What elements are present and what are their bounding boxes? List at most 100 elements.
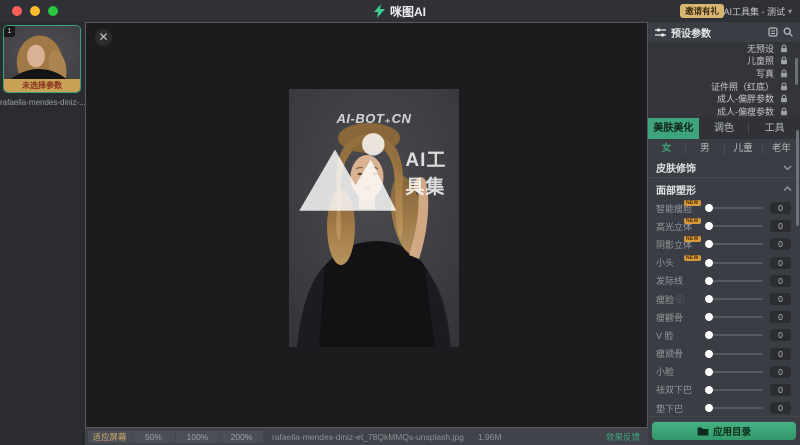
section-face-label: 面部塑形 bbox=[656, 182, 696, 197]
chevron-down-icon: ▾ bbox=[788, 7, 792, 16]
slider-knob[interactable] bbox=[705, 204, 713, 212]
preset-header-title: 预设参数 bbox=[671, 25, 711, 40]
preset-item[interactable]: 无预设 bbox=[648, 42, 800, 55]
slider-track[interactable] bbox=[706, 334, 763, 336]
slider-value[interactable]: 0 bbox=[770, 220, 791, 232]
slider-value[interactable]: 0 bbox=[770, 202, 791, 214]
section-face-shaping[interactable]: 面部塑形 bbox=[648, 179, 800, 199]
fit-screen-button[interactable]: 适应屏幕 bbox=[88, 431, 131, 443]
folder-icon bbox=[697, 426, 709, 436]
section-skin-retouch[interactable]: 皮肤修饰 bbox=[648, 158, 800, 178]
slider-track[interactable] bbox=[706, 262, 763, 264]
slider-value[interactable]: 0 bbox=[770, 293, 791, 305]
slider-value[interactable]: 0 bbox=[770, 366, 791, 378]
slider-value[interactable]: 0 bbox=[770, 384, 791, 396]
preset-item[interactable]: 儿童照 bbox=[648, 55, 800, 68]
preset-item-label: 成人-偏瘦参数 bbox=[717, 105, 774, 118]
slider-knob[interactable] bbox=[705, 331, 713, 339]
slider-value[interactable]: 0 bbox=[770, 402, 791, 414]
zoom-level-button[interactable]: 200% bbox=[220, 431, 263, 443]
workspace-label: AI工具集 - 测试 bbox=[723, 5, 785, 18]
tune-icon bbox=[655, 27, 666, 38]
feedback-link[interactable]: 效果反馈 bbox=[606, 431, 640, 443]
slider-label: V 脸 bbox=[656, 329, 706, 342]
invite-button[interactable]: 邀请有礼 bbox=[680, 4, 724, 18]
preset-item-label: 无预设 bbox=[747, 42, 774, 55]
slider-value[interactable]: 0 bbox=[770, 275, 791, 287]
panel-scrollbar[interactable] bbox=[796, 130, 799, 226]
gender-tab[interactable]: 老年 bbox=[763, 143, 800, 155]
slider-label-text: 瘦脸 bbox=[656, 293, 674, 306]
slider-knob[interactable] bbox=[705, 222, 713, 230]
apply-directory-button[interactable]: 应用目录 bbox=[652, 422, 796, 440]
slider-track[interactable] bbox=[706, 371, 763, 373]
editor-canvas: ✕ bbox=[85, 22, 648, 428]
preset-item[interactable]: 写真 bbox=[648, 67, 800, 80]
preset-list: 无预设儿童照写真证件照（红底）成人-偏胖参数成人-偏瘦参数 bbox=[648, 42, 800, 118]
slider-value[interactable]: 0 bbox=[770, 348, 791, 360]
preset-item[interactable]: 成人-偏瘦参数 bbox=[648, 105, 800, 118]
gender-tab[interactable]: 男 bbox=[686, 143, 724, 155]
lock-icon bbox=[780, 94, 788, 103]
slider-knob[interactable] bbox=[705, 313, 713, 321]
panel-actions: 应用照片 应用目录 bbox=[652, 421, 796, 440]
slider-knob[interactable] bbox=[705, 404, 713, 412]
preset-item[interactable]: 证件照（红底） bbox=[648, 80, 800, 93]
tab-tools[interactable]: 工具 bbox=[749, 118, 800, 139]
slider-knob[interactable] bbox=[705, 350, 713, 358]
slider-group: NEW智能瘦脸0NEW高光立体0NEW阴影立体0NEW小头0发际线0瘦脸ⓘ0瘦颧… bbox=[648, 199, 800, 417]
zoom-level-button[interactable]: 100% bbox=[176, 431, 219, 443]
preset-item-label: 成人-偏胖参数 bbox=[717, 92, 774, 105]
new-badge: NEW bbox=[684, 218, 701, 224]
gender-tab[interactable]: 女 bbox=[648, 143, 686, 155]
slider-label-text: 瘦颌骨 bbox=[656, 347, 683, 360]
slider-row: NEW高光立体0 bbox=[648, 217, 800, 235]
slider-value[interactable]: 0 bbox=[770, 311, 791, 323]
adjustments-panel: 预设参数 无预设儿童照写真证件照（红底）成人-偏胖参数成人-偏瘦参数 美肤美化调… bbox=[648, 22, 800, 445]
slider-value[interactable]: 0 bbox=[770, 329, 791, 341]
slider-track[interactable] bbox=[706, 225, 763, 227]
titlebar: 咪图AI 邀请有礼 AI工具集 - 测试 ▾ bbox=[0, 0, 800, 22]
slider-knob[interactable] bbox=[705, 386, 713, 394]
slider-row: 瘦脸ⓘ 0 bbox=[648, 290, 800, 308]
slider-track[interactable] bbox=[706, 389, 763, 391]
preset-library-icon[interactable] bbox=[768, 27, 778, 37]
slider-row: 瘦颧骨 0 bbox=[648, 308, 800, 326]
preset-item-label: 证件照（红底） bbox=[711, 80, 774, 93]
slider-track[interactable] bbox=[706, 407, 763, 409]
gender-tab[interactable]: 儿童 bbox=[725, 143, 763, 155]
workspace-dropdown[interactable]: AI工具集 - 测试 ▾ bbox=[723, 5, 792, 18]
slider-track[interactable] bbox=[706, 207, 763, 209]
slider-track[interactable] bbox=[706, 298, 763, 300]
slider-label-text: 瘦颧骨 bbox=[656, 311, 683, 324]
slider-knob[interactable] bbox=[705, 259, 713, 267]
slider-knob[interactable] bbox=[705, 368, 713, 376]
search-icon[interactable] bbox=[783, 27, 793, 37]
preset-item[interactable]: 成人-偏胖参数 bbox=[648, 92, 800, 105]
slider-label: 瘦脸ⓘ bbox=[656, 293, 706, 306]
lock-icon bbox=[780, 44, 788, 53]
slider-knob[interactable] bbox=[705, 240, 713, 248]
thumbnail-status-badge: 未选择参数 bbox=[4, 79, 80, 92]
slider-track[interactable] bbox=[706, 316, 763, 318]
slider-label-text: 小头 bbox=[656, 256, 674, 269]
photo-thumbnail[interactable]: 1 未选择参数 bbox=[3, 25, 81, 93]
slider-track[interactable] bbox=[706, 280, 763, 282]
watermark-text: AI-BOT₊CN bbox=[289, 111, 459, 127]
slider-knob[interactable] bbox=[705, 295, 713, 303]
slider-track[interactable] bbox=[706, 353, 763, 355]
slider-value[interactable]: 0 bbox=[770, 238, 791, 250]
close-image-button[interactable]: ✕ bbox=[95, 29, 112, 46]
tab-color[interactable]: 调色 bbox=[699, 118, 750, 139]
preset-header: 预设参数 bbox=[648, 22, 800, 42]
lock-icon bbox=[780, 69, 788, 78]
info-icon[interactable]: ⓘ bbox=[676, 294, 684, 305]
slider-value[interactable]: 0 bbox=[770, 257, 791, 269]
slider-label: 发际线 bbox=[656, 274, 706, 287]
slider-row: V 脸 0 bbox=[648, 326, 800, 344]
preset-scrollbar[interactable] bbox=[795, 58, 798, 85]
slider-track[interactable] bbox=[706, 243, 763, 245]
slider-knob[interactable] bbox=[705, 277, 713, 285]
tab-beautify[interactable]: 美肤美化 bbox=[648, 118, 699, 139]
zoom-level-button[interactable]: 50% bbox=[132, 431, 175, 443]
